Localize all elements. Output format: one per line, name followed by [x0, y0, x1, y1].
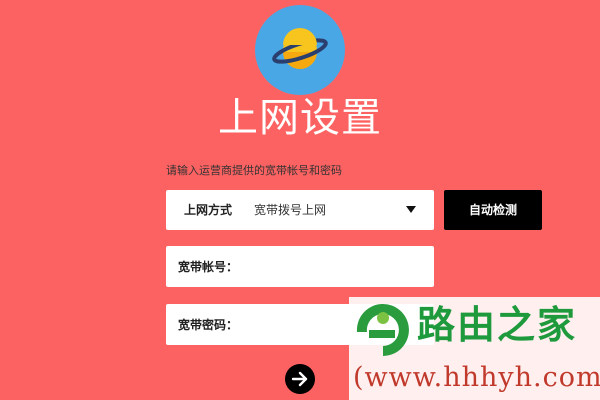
- arrow-right-icon: [291, 371, 308, 387]
- next-button[interactable]: [285, 364, 315, 394]
- instruction-text: 请输入运营商提供的宽带帐号和密码: [166, 164, 342, 177]
- account-label: 宽带帐号：: [178, 260, 239, 274]
- page-title: 上网设置: [218, 95, 382, 141]
- auto-detect-button[interactable]: 自动检测: [444, 190, 542, 230]
- connection-type-value: 宽带拨号上网: [254, 203, 327, 217]
- caret-down-icon[interactable]: [406, 206, 416, 213]
- connection-type-label: 上网方式: [184, 203, 233, 217]
- password-label: 宽带密码：: [178, 318, 239, 332]
- watermark-name: 路由之家: [417, 303, 578, 347]
- watermark-url: (www.hhhyh.com): [353, 362, 600, 393]
- account-input[interactable]: [246, 254, 426, 280]
- planet-icon: [255, 5, 345, 95]
- broadband-account-field[interactable]: 宽带帐号：: [166, 246, 434, 287]
- router-home-logo-icon: [356, 304, 409, 356]
- watermark: 路由之家 (www.hhhyh.com): [349, 297, 600, 400]
- connection-type-select[interactable]: 上网方式 宽带拨号上网: [166, 190, 434, 230]
